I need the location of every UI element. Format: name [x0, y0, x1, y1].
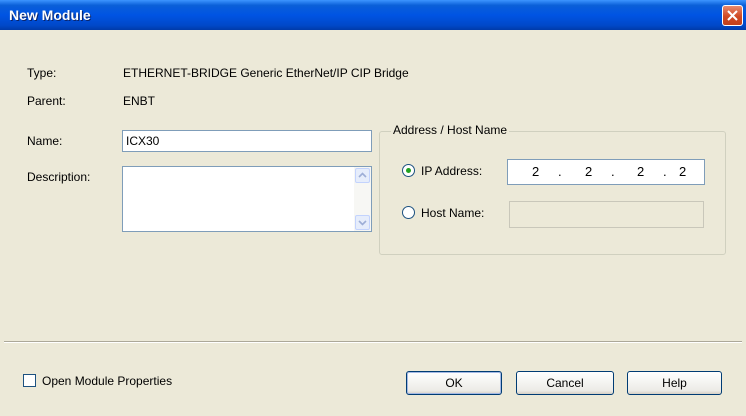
title-bar[interactable]: New Module [0, 0, 746, 30]
scroll-down-button[interactable] [355, 215, 370, 230]
dialog-body: Type: ETHERNET-BRIDGE Generic EtherNet/I… [4, 30, 742, 412]
host-name-input[interactable] [509, 201, 704, 228]
ip-octet-1: 2 [532, 164, 540, 179]
help-button[interactable]: Help [627, 371, 722, 395]
type-label: Type: [27, 66, 57, 80]
name-label: Name: [27, 134, 63, 148]
ip-dot-2: . [611, 164, 615, 179]
ip-octet-3: 2 [637, 164, 645, 179]
ip-address-label: IP Address: [421, 164, 483, 178]
ip-address-radio[interactable] [402, 164, 415, 177]
description-scrollbar[interactable] [354, 167, 371, 231]
close-button[interactable] [722, 5, 743, 26]
ok-button[interactable]: OK [406, 371, 502, 395]
cancel-button[interactable]: Cancel [516, 371, 614, 395]
name-input[interactable]: ICX30 [122, 130, 372, 152]
parent-value: ENBT [123, 94, 156, 108]
new-module-dialog: New Module Type: ETHERNET-BRIDGE Generic… [0, 0, 746, 416]
type-value: ETHERNET-BRIDGE Generic EtherNet/IP CIP … [123, 66, 409, 80]
ip-octet-4: 2 [679, 164, 687, 179]
host-name-radio[interactable] [402, 206, 415, 219]
description-label: Description: [27, 170, 91, 184]
open-module-properties-checkbox[interactable] [23, 374, 36, 387]
scroll-up-arrow-icon [358, 172, 367, 178]
ip-dot-1: . [558, 164, 562, 179]
address-group-caption: Address / Host Name [391, 123, 510, 137]
description-textarea[interactable] [122, 166, 372, 232]
ip-dot-3: . [663, 164, 667, 179]
host-name-label: Host Name: [421, 206, 485, 220]
name-input-value: ICX30 [126, 134, 160, 148]
ip-octet-2: 2 [585, 164, 593, 179]
scroll-down-arrow-icon [358, 220, 367, 226]
radio-selected-dot [406, 168, 411, 173]
close-icon [727, 10, 738, 21]
open-module-properties-label[interactable]: Open Module Properties [42, 374, 172, 388]
window-title: New Module [9, 7, 91, 23]
address-groupbox [379, 131, 726, 255]
parent-label: Parent: [27, 94, 66, 108]
ip-address-input[interactable]: 2 . 2 . 2 . 2 [507, 159, 705, 185]
scroll-up-button[interactable] [355, 168, 370, 183]
footer-separator [4, 341, 742, 343]
